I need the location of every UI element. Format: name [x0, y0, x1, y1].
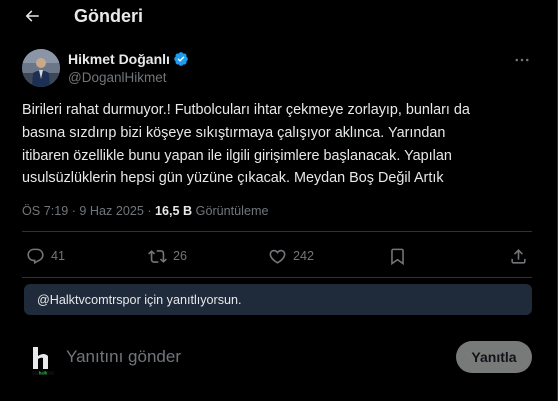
share-icon: [511, 248, 526, 264]
verified-badge-icon: [174, 52, 188, 66]
avatar-image: [22, 49, 60, 87]
logo-text: halk: [39, 371, 48, 376]
header: Gönderi: [0, 0, 557, 33]
meta-separator: ·: [71, 204, 76, 218]
tweet-text: Birileri rahat durmuyor.! Futbolcuları i…: [22, 102, 470, 187]
like-count: 242: [293, 249, 315, 263]
reply-button[interactable]: Yanıtla: [456, 341, 532, 373]
author-block: Hikmet Doğanlı @DoganlHikmet: [22, 49, 189, 89]
tweet-meta: ÖS 7:19 · 9 Haz 2025 · 16,5 B Görüntülem…: [22, 204, 268, 218]
repost-icon: [148, 249, 167, 263]
views-count: 16,5 B: [155, 204, 193, 218]
author-name[interactable]: Hikmet Doğanlı: [68, 51, 170, 67]
like-action-button[interactable]: 242: [268, 244, 314, 268]
page-title: Gönderi: [74, 6, 144, 26]
more-dots-icon: [515, 58, 529, 62]
views-label: Görüntüleme: [195, 204, 269, 218]
halk-logo-icon: halk: [32, 347, 54, 376]
reply-icon: [27, 248, 44, 264]
reply-action-button[interactable]: 41: [26, 244, 65, 268]
reply-count: 41: [51, 249, 66, 263]
bookmark-icon: [391, 248, 404, 265]
action-bar: 41 26 242: [22, 244, 532, 268]
heart-icon: [269, 249, 286, 264]
tweet-date[interactable]: 9 Haz 2025: [79, 204, 143, 218]
meta-separator: ·: [147, 204, 152, 218]
reply-composer: halk Yanıtla: [22, 338, 532, 378]
back-button[interactable]: [20, 5, 44, 27]
repost-count: 26: [173, 249, 188, 263]
more-options-button[interactable]: [512, 50, 532, 70]
divider: [22, 231, 532, 232]
bookmark-action-button[interactable]: [388, 244, 407, 268]
tweet-time[interactable]: ÖS 7:19: [22, 204, 68, 218]
avatar[interactable]: [22, 49, 60, 87]
repost-action-button[interactable]: 26: [148, 244, 187, 268]
reply-input[interactable]: [66, 346, 386, 368]
arrow-left-icon: [25, 10, 39, 22]
author-handle[interactable]: @DoganlHikmet: [68, 70, 189, 85]
divider: [22, 277, 532, 278]
share-action-button[interactable]: [509, 244, 528, 268]
post-detail-panel: Gönderi Hikmet Doğanlı @DoganlHikmet Bir…: [0, 0, 558, 401]
replying-to-note[interactable]: @Halktvcomtrspor için yanıtlıyorsun.: [24, 284, 532, 315]
